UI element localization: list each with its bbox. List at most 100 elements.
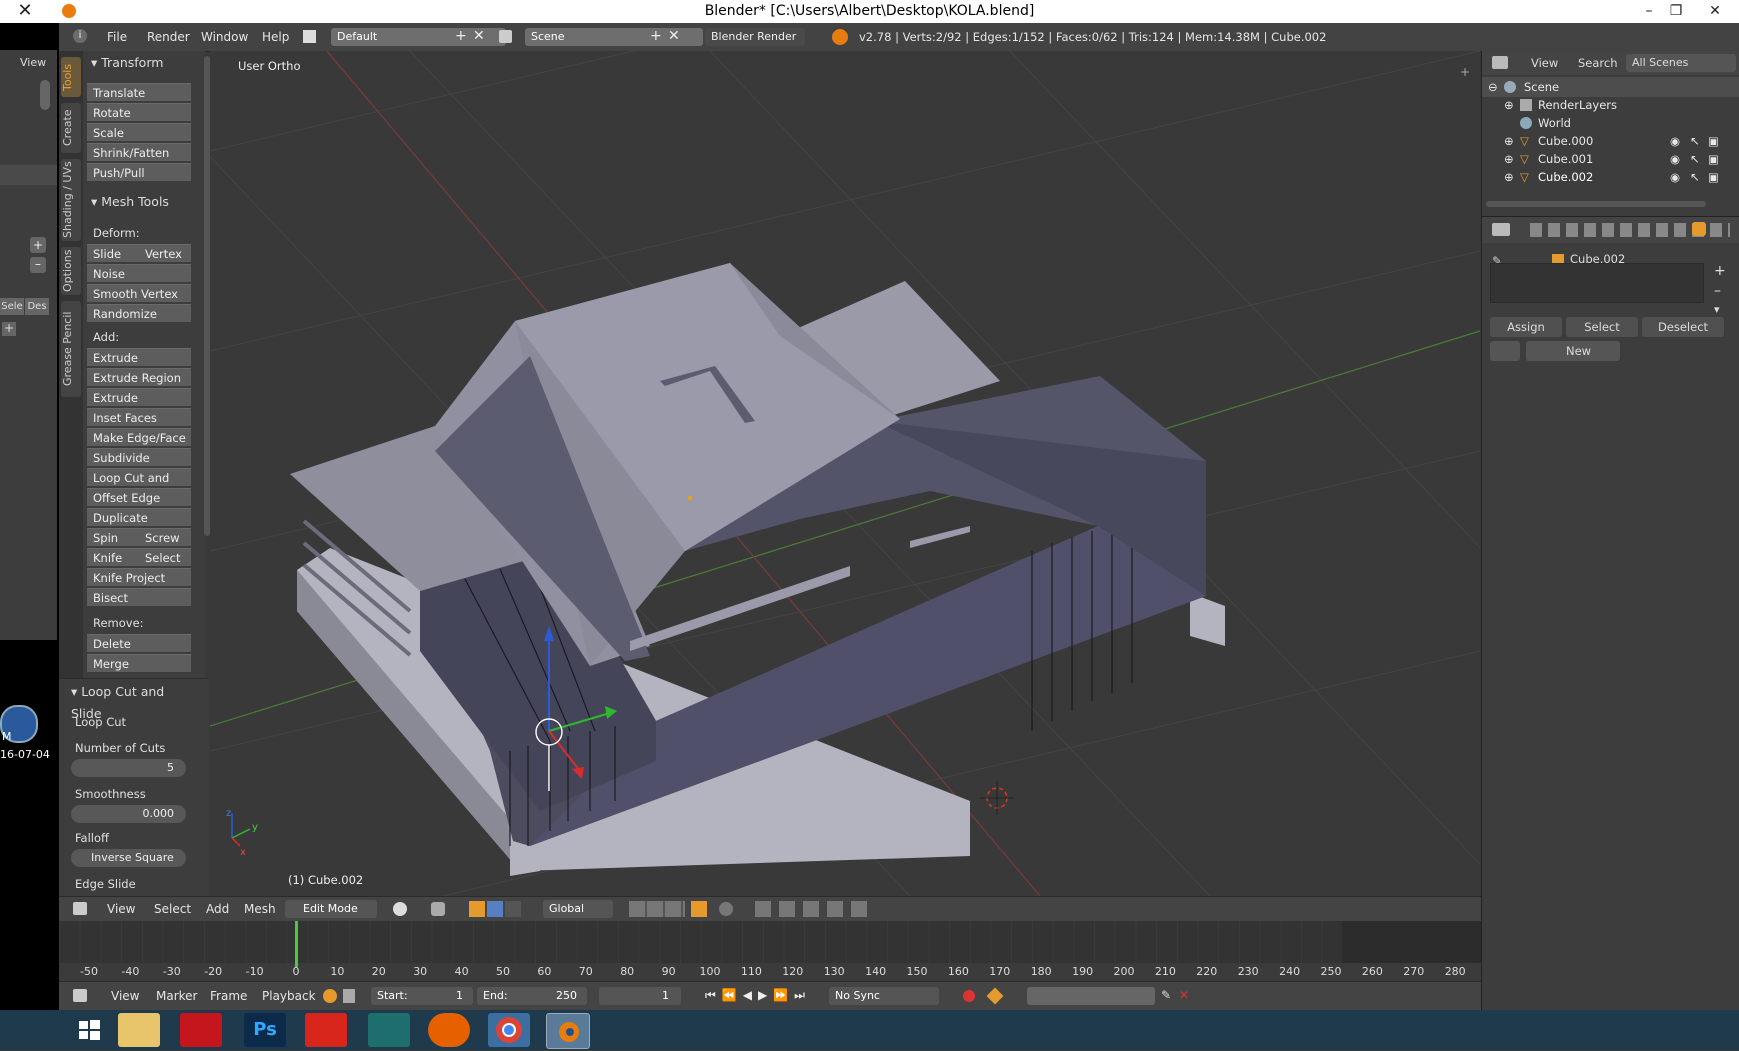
subdivide-button[interactable]: Subdivide [87, 448, 191, 466]
rotate-manipulator-icon[interactable] [487, 901, 503, 917]
3d-viewport[interactable]: z y x User Ortho (1) Cube.002 + [210, 51, 1480, 896]
visibility-eye-icon[interactable]: ◉ [1670, 131, 1680, 151]
outliner-view-menu[interactable]: View [1531, 56, 1558, 70]
mini-scrollbar[interactable] [40, 80, 50, 110]
expand-icon[interactable]: ⊕ [1504, 131, 1514, 151]
make-edge-face-button[interactable]: Make Edge/Face [87, 428, 191, 446]
tab-grease-pencil[interactable]: Grease Pencil [61, 301, 81, 397]
menu-render[interactable]: Render [147, 30, 190, 44]
shading-mode-icon[interactable] [393, 902, 407, 916]
loop-cut-and-slide-button[interactable]: Loop Cut and Slide [87, 468, 191, 503]
falloff-select[interactable]: Inverse Square [71, 849, 186, 867]
menu-select[interactable]: Select [154, 902, 191, 916]
extrude-region-button[interactable]: Extrude Region [87, 368, 191, 386]
push-pull-button[interactable]: Push/Pull [87, 163, 191, 181]
menu-window[interactable]: Window [201, 30, 248, 44]
maximize-button[interactable]: ❐ [1661, 0, 1691, 23]
timeline-menu-marker[interactable]: Marker [156, 989, 197, 1003]
viewport-properties-toggle[interactable]: + [1460, 65, 1470, 79]
mesh-tools-panel-header[interactable]: ▾ Mesh Tools [91, 191, 207, 213]
select-button[interactable]: Select [1566, 317, 1638, 337]
mesh-vertex-dot[interactable] [687, 495, 693, 501]
outliner-item-scene[interactable]: ⊖ Scene [1482, 77, 1739, 97]
expand-icon[interactable]: ⊕ [1504, 167, 1514, 187]
deselect-button[interactable]: Deselect [1642, 317, 1724, 337]
outliner-item-renderlayers[interactable]: ⊕ RenderLayers [1482, 95, 1739, 115]
tab-options[interactable]: Options [61, 247, 81, 295]
smoothness-field[interactable]: 0.000 [71, 805, 186, 823]
photoshop-icon[interactable]: Ps [244, 1013, 286, 1047]
selectable-cursor-icon[interactable]: ↖ [1690, 149, 1700, 169]
outliner-display-mode-select[interactable]: All Scenes [1626, 54, 1736, 72]
start-button[interactable] [68, 1013, 110, 1047]
sync-mode-select[interactable]: No Sync [829, 987, 939, 1005]
outliner-search-menu[interactable]: Search [1578, 56, 1618, 70]
randomize-button[interactable]: Randomize [87, 304, 191, 322]
remove-slot-icon[interactable]: – [1714, 283, 1721, 299]
chrome-icon[interactable] [488, 1013, 530, 1047]
tab-tools[interactable]: Tools [61, 57, 81, 97]
spin-button[interactable]: Spin [87, 528, 139, 546]
outliner-item-world[interactable]: World [1482, 113, 1739, 133]
viewport-canvas[interactable]: z y x [210, 51, 1480, 896]
expand-icon[interactable]: ⊕ [1504, 95, 1514, 115]
snap-options[interactable] [755, 901, 875, 917]
slot-menu-icon[interactable]: ▾ [1714, 303, 1720, 316]
editor-type-icon[interactable] [73, 902, 87, 915]
playback-controls[interactable]: ⏮⏪◀▶⏩⏭ [705, 988, 811, 1003]
tab-create[interactable]: Create [61, 103, 81, 153]
outliner-scrollbar[interactable] [1486, 201, 1706, 207]
shrink-fatten-button[interactable]: Shrink/Fatten [87, 143, 191, 161]
info-editor-icon[interactable]: i [73, 29, 87, 43]
keying-set-field[interactable] [1027, 987, 1155, 1005]
number-of-cuts-field[interactable]: 5 [71, 759, 186, 777]
noise-button[interactable]: Noise [87, 264, 191, 282]
slide-edge-button[interactable]: Slide Ed [87, 244, 139, 279]
keying-icon[interactable] [323, 989, 337, 1003]
transform-panel-header[interactable]: ▾ Transform [91, 52, 207, 74]
minimize-button[interactable]: – [1634, 0, 1664, 23]
translate-button[interactable]: Translate [87, 83, 191, 101]
end-frame-field[interactable]: End: 250 [477, 987, 587, 1005]
smooth-vertex-button[interactable]: Smooth Vertex [87, 284, 191, 302]
menu-help[interactable]: Help [262, 30, 289, 44]
tab-shading-uvs[interactable]: Shading / UVs [61, 159, 81, 241]
knife-project-button[interactable]: Knife Project [87, 568, 191, 586]
last-operator-header[interactable]: ▾ Loop Cut and Slide [71, 681, 187, 721]
menu-mesh[interactable]: Mesh [244, 902, 276, 916]
render-engine-select[interactable]: Blender Render [705, 28, 805, 46]
timeline-menu-frame[interactable]: Frame [210, 989, 247, 1003]
renderable-camera-icon[interactable]: ▣ [1708, 131, 1719, 151]
scene-remove-icon[interactable]: ✕ [668, 28, 680, 44]
assign-button[interactable]: Assign [1490, 317, 1562, 337]
scale-manipulator-icon[interactable] [505, 901, 521, 917]
lock-icon[interactable] [343, 989, 355, 1003]
outliner-editor-icon[interactable] [1492, 56, 1508, 69]
menu-file[interactable]: File [107, 30, 127, 44]
record-keyframes-icon[interactable] [963, 990, 975, 1002]
scale-button[interactable]: Scale [87, 123, 191, 141]
scene-icon[interactable] [499, 30, 512, 43]
inset-faces-button[interactable]: Inset Faces [87, 408, 191, 426]
layout-grid-icon[interactable] [303, 30, 316, 43]
renderable-camera-icon[interactable]: ▣ [1708, 149, 1719, 169]
blender-taskbar-icon[interactable] [546, 1013, 590, 1049]
limit-selection-icon[interactable] [691, 901, 707, 917]
knife-button[interactable]: Knife [87, 548, 139, 566]
orientation-select[interactable]: Global [543, 900, 613, 918]
close-button[interactable]: ✕ [1700, 0, 1730, 23]
renderable-camera-icon[interactable]: ▣ [1708, 167, 1719, 187]
timeline-editor-icon[interactable] [73, 989, 87, 1002]
menu-view[interactable]: View [107, 902, 135, 916]
layout-remove-icon[interactable]: ✕ [473, 28, 485, 44]
timeline-ruler[interactable]: -50 -40 -30 -20 -10 0 10 20 30 40 50 60 70 80 90 100 110… [59, 963, 1481, 981]
proportional-edit-icon[interactable] [719, 902, 733, 916]
visibility-eye-icon[interactable]: ◉ [1670, 167, 1680, 187]
vertex-slide-button[interactable]: Vertex [139, 244, 191, 262]
selectable-cursor-icon[interactable]: ↖ [1690, 167, 1700, 187]
mini-minus-icon[interactable]: – [30, 257, 46, 273]
extrude-button[interactable]: Extrude [87, 348, 191, 366]
mini-select-button[interactable]: Sele [0, 298, 24, 315]
knife-select-button[interactable]: Select [139, 548, 191, 566]
expand-icon[interactable]: ⊖ [1488, 77, 1498, 97]
